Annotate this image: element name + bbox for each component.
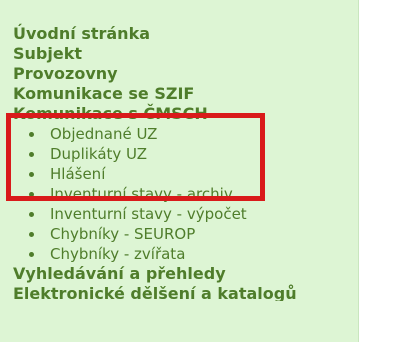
submenu-item-ordered-ear-tags[interactable]: Objednané UZ (28, 124, 358, 144)
submenu-item-label: Inventurní stavy - archiv (50, 185, 233, 203)
submenu-item-duplicate-ear-tags[interactable]: Duplikáty UZ (28, 144, 358, 164)
submenu-item-label: Inventurní stavy - výpočet (50, 205, 247, 223)
menu-heading-subject[interactable]: Subjekt (13, 44, 358, 64)
submenu-item-label: Duplikáty UZ (50, 145, 148, 163)
menu-heading-search-overviews[interactable]: Vyhledávání a přehledy (13, 264, 358, 284)
submenu-item-label: Hlášení (50, 165, 106, 183)
navigation-menu: Úvodní stránka Subjekt Provozovny Komuni… (13, 24, 358, 301)
bullet-icon (29, 192, 34, 197)
bullet-icon (29, 132, 34, 137)
submenu-item-errors-animals[interactable]: Chybníky - zvířata (28, 244, 358, 264)
menu-heading-home[interactable]: Úvodní stránka (13, 24, 358, 44)
bullet-icon (29, 252, 34, 257)
submenu-item-inventory-archive[interactable]: Inventurní stavy - archiv (28, 184, 358, 204)
bullet-icon (29, 152, 34, 157)
submenu-item-label: Objednané UZ (50, 125, 158, 143)
menu-heading-establishments[interactable]: Provozovny (13, 64, 358, 84)
menu-heading-cmsch-communication[interactable]: Komunikace s ČMSCH (13, 104, 358, 124)
submenu-item-inventory-calculation[interactable]: Inventurní stavy - výpočet (28, 204, 358, 224)
submenu-item-label: Chybníky - zvířata (50, 245, 186, 263)
bullet-icon (29, 232, 34, 237)
navigation-panel: Úvodní stránka Subjekt Provozovny Komuni… (0, 0, 359, 342)
submenu-item-label: Chybníky - SEUROP (50, 225, 196, 243)
menu-heading-szif-communication[interactable]: Komunikace se SZIF (13, 84, 358, 104)
bullet-icon (29, 172, 34, 177)
menu-heading-electronic[interactable]: Elektronické dělšení a katalogů (13, 284, 358, 301)
menu-heading-cut-off: Elektronické dělšení a katalogů (13, 284, 358, 301)
submenu-item-reports[interactable]: Hlášení (28, 164, 358, 184)
cmsch-submenu: Objednané UZ Duplikáty UZ Hlášení Invent… (13, 124, 358, 264)
bullet-icon (29, 212, 34, 217)
submenu-item-errors-seurop[interactable]: Chybníky - SEUROP (28, 224, 358, 244)
